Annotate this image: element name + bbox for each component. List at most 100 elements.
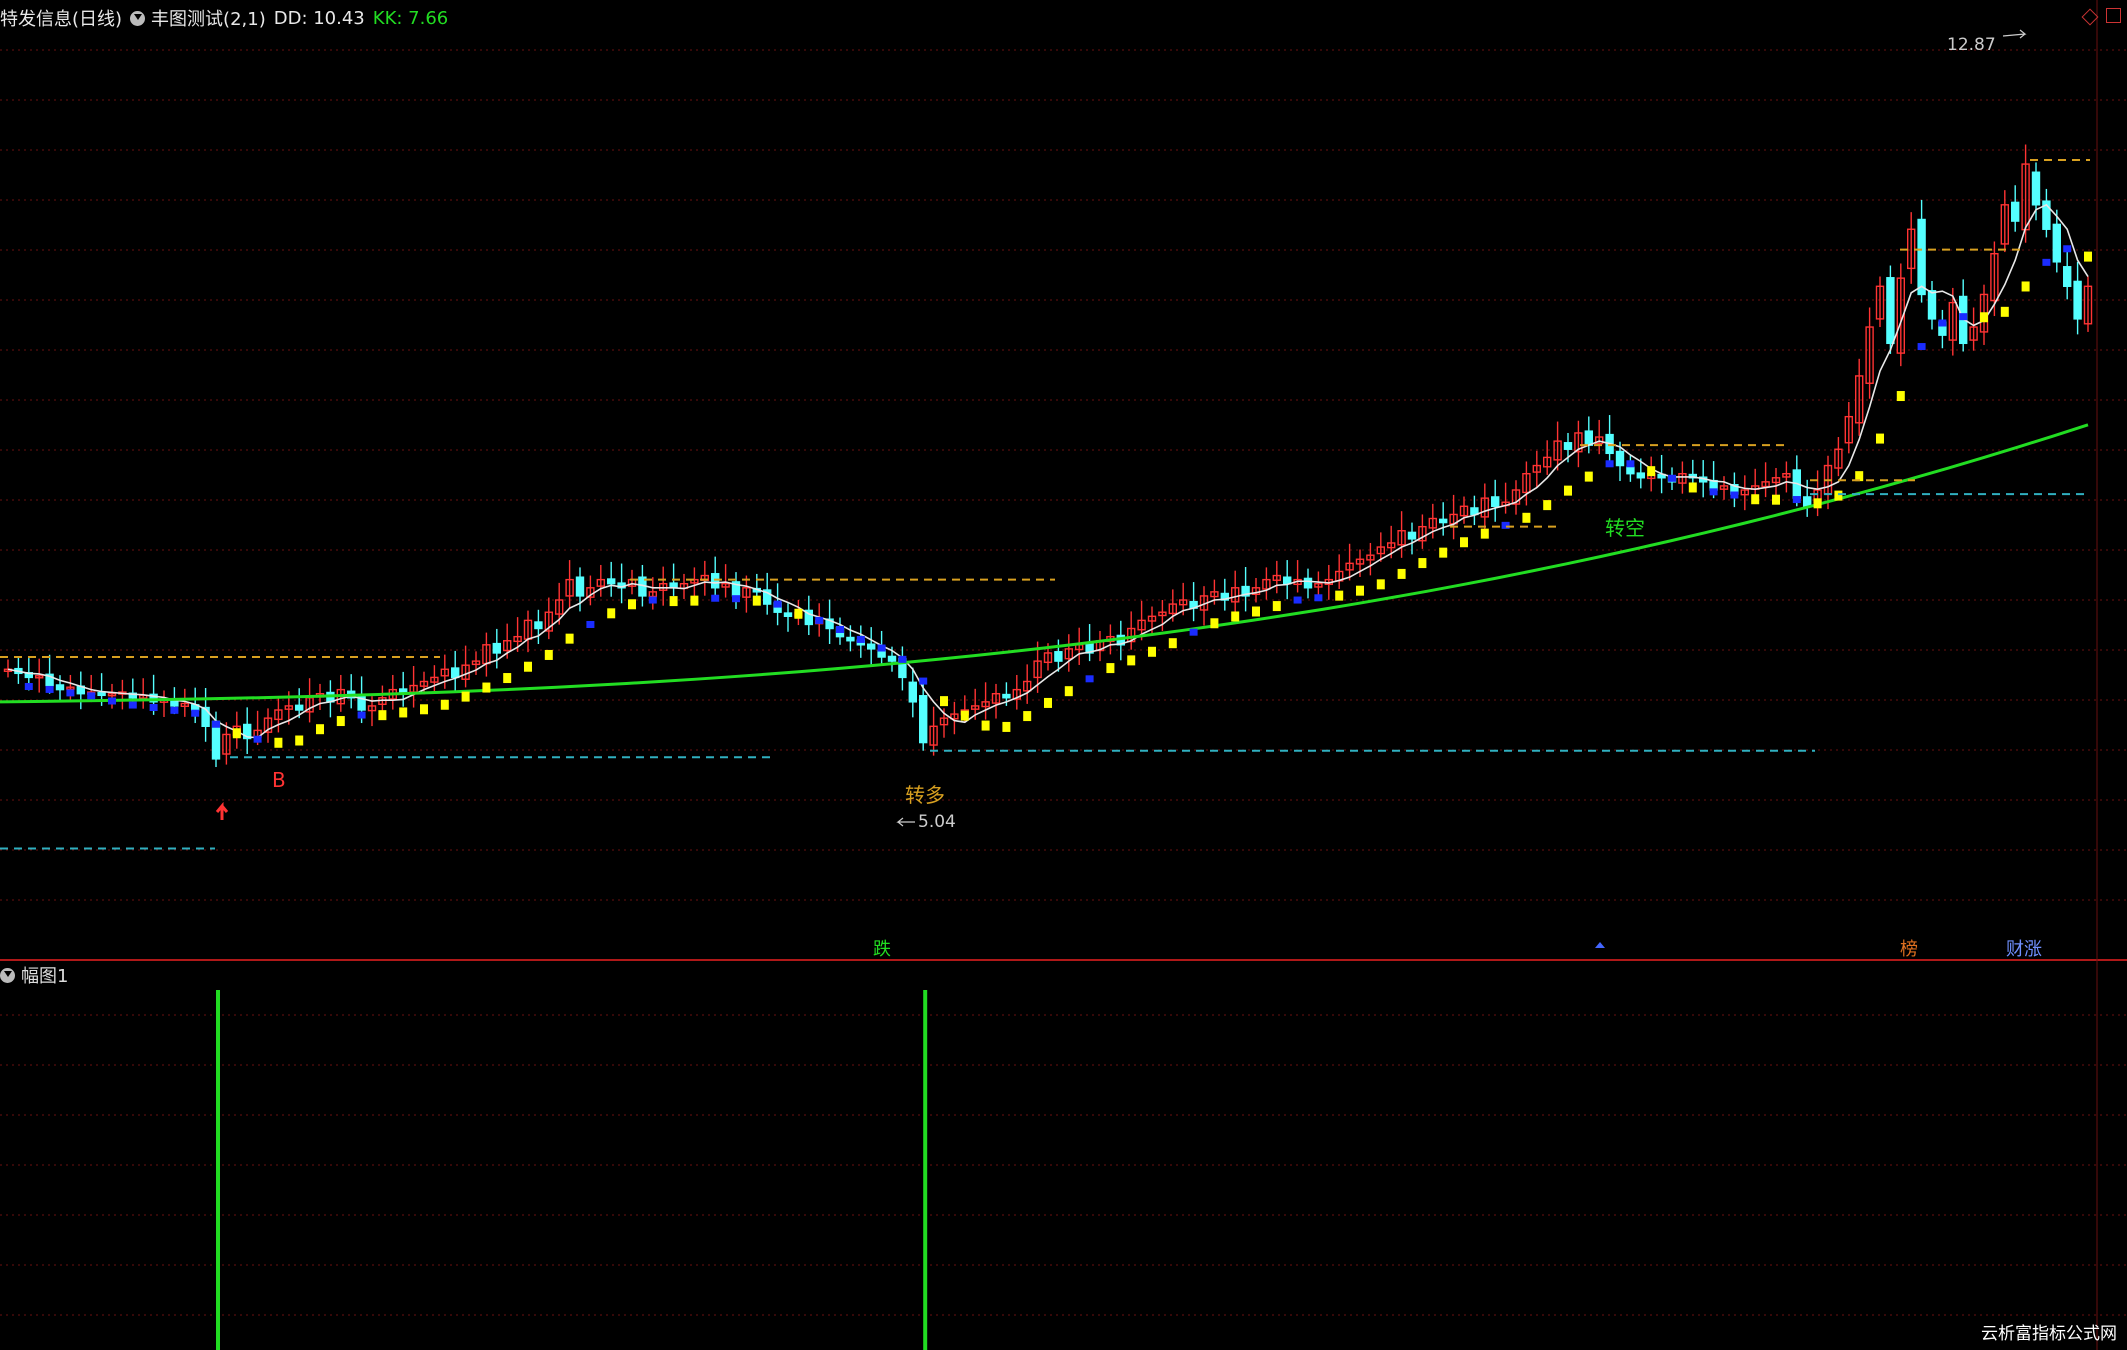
candle-body — [1002, 693, 1011, 699]
candle-body — [1636, 472, 1646, 479]
trend-marker — [1501, 521, 1510, 529]
trend-marker — [898, 655, 907, 663]
trend-marker — [2021, 281, 2030, 292]
candle-body — [2073, 280, 2082, 320]
trend-marker — [1584, 471, 1593, 482]
sub-panel-title: 幅图1 — [21, 966, 69, 987]
candle-body — [607, 578, 616, 585]
trend-marker — [149, 704, 158, 712]
candle-body — [1490, 496, 1500, 507]
trend-marker — [628, 599, 636, 610]
trend-marker — [1959, 313, 1968, 321]
trend-marker — [794, 608, 803, 619]
candle-body — [1927, 290, 1937, 320]
candle-body — [1802, 496, 1812, 507]
indicator-title[interactable]: 丰图测试(2,1) — [151, 5, 266, 31]
trend-marker — [1023, 711, 1032, 722]
candle-body — [451, 667, 460, 679]
annotation-price-high: 12.87 — [1947, 35, 1996, 55]
trend-marker — [919, 677, 928, 685]
collapse-icon[interactable] — [0, 967, 15, 983]
trend-marker — [1252, 606, 1260, 617]
diamond-icon[interactable] — [2081, 8, 2099, 26]
trend-marker — [2000, 306, 2009, 317]
trend-marker — [378, 710, 387, 721]
candle-body — [1615, 450, 1625, 467]
trend-marker — [856, 635, 865, 643]
trend-marker — [1376, 579, 1385, 590]
trend-marker — [1002, 721, 1011, 732]
candle-body — [295, 704, 304, 711]
annotation-bottom-label: 跌 — [873, 939, 891, 960]
candle-body — [1054, 651, 1063, 662]
trend-marker — [1730, 491, 1739, 499]
trend-marker — [191, 709, 200, 717]
trend-marker — [1168, 638, 1177, 649]
candle-body — [492, 642, 501, 654]
low-arrow — [896, 817, 915, 827]
trend-marker — [1064, 686, 1073, 697]
trend-marker — [1418, 558, 1427, 569]
candle-body — [711, 573, 720, 589]
trend-marker — [2084, 251, 2092, 262]
trend-marker — [45, 685, 54, 693]
trend-marker — [711, 594, 720, 602]
chart-header: 特发信息(日线) 丰图测试(2,1) DD: 10.43 KK: 7.66 — [0, 4, 456, 32]
chart-canvas[interactable]: 12.87 5.04 转空转多 B 跌 榜 财涨 — [0, 0, 2127, 1350]
trend-marker — [212, 720, 220, 728]
trend-marker — [1231, 611, 1240, 622]
trend-marker — [1522, 512, 1531, 523]
trend-marker — [1813, 498, 1822, 509]
maximize-icon[interactable] — [2106, 8, 2121, 23]
trend-marker — [1751, 494, 1760, 505]
annotation-price-low: 5.04 — [918, 812, 956, 832]
candle-body — [2031, 171, 2041, 206]
candle-body — [1886, 277, 1895, 345]
trend-marker — [1543, 500, 1552, 511]
trend-marker — [440, 699, 449, 710]
trend-marker — [1876, 433, 1884, 444]
dropdown-icon[interactable] — [130, 10, 146, 26]
trend-marker — [1896, 391, 1905, 402]
trend-marker — [1335, 590, 1344, 601]
trend-marker — [836, 625, 844, 633]
trend-marker — [690, 595, 699, 606]
trend-marker — [524, 661, 532, 672]
candle-body — [783, 612, 793, 617]
trend-marker — [669, 596, 678, 607]
trend-marker — [336, 716, 345, 727]
trend-marker — [316, 724, 324, 735]
trend-marker — [1772, 494, 1780, 505]
stock-title[interactable]: 特发信息(日线) — [0, 5, 122, 31]
kk-value: KK: 7.66 — [372, 7, 449, 29]
candle-body — [1303, 577, 1313, 589]
trend-marker — [586, 620, 595, 628]
candle-body — [1563, 442, 1573, 450]
trend-marker — [1210, 618, 1219, 629]
trend-marker — [1834, 490, 1843, 501]
trend-marker — [1668, 474, 1676, 482]
trend-marker — [1564, 485, 1572, 496]
annotation-bottom-label: 榜 — [1900, 939, 1918, 960]
annotation-signal: 转空 — [1605, 516, 1645, 540]
trend-marker — [1439, 547, 1448, 558]
trend-marker — [732, 595, 740, 603]
trend-marker — [981, 720, 990, 731]
trend-marker — [752, 595, 761, 606]
trend-marker — [1293, 596, 1302, 604]
trend-marker — [232, 728, 241, 739]
high-arrow — [2002, 29, 2027, 39]
trend-marker — [87, 692, 96, 700]
window-controls — [2081, 8, 2121, 26]
trend-marker — [1314, 594, 1323, 602]
trend-marker — [1356, 585, 1364, 596]
trend-marker — [1397, 568, 1406, 579]
trend-marker — [648, 596, 657, 604]
trend-marker — [1148, 646, 1156, 657]
candle-body — [846, 636, 855, 642]
sub-panel-header: 幅图1 — [0, 962, 68, 988]
trend-marker — [2042, 258, 2051, 266]
watermark: 云析富指标公式网 — [1981, 1324, 2117, 1344]
trend-marker — [2063, 245, 2072, 253]
trend-marker — [565, 633, 574, 644]
